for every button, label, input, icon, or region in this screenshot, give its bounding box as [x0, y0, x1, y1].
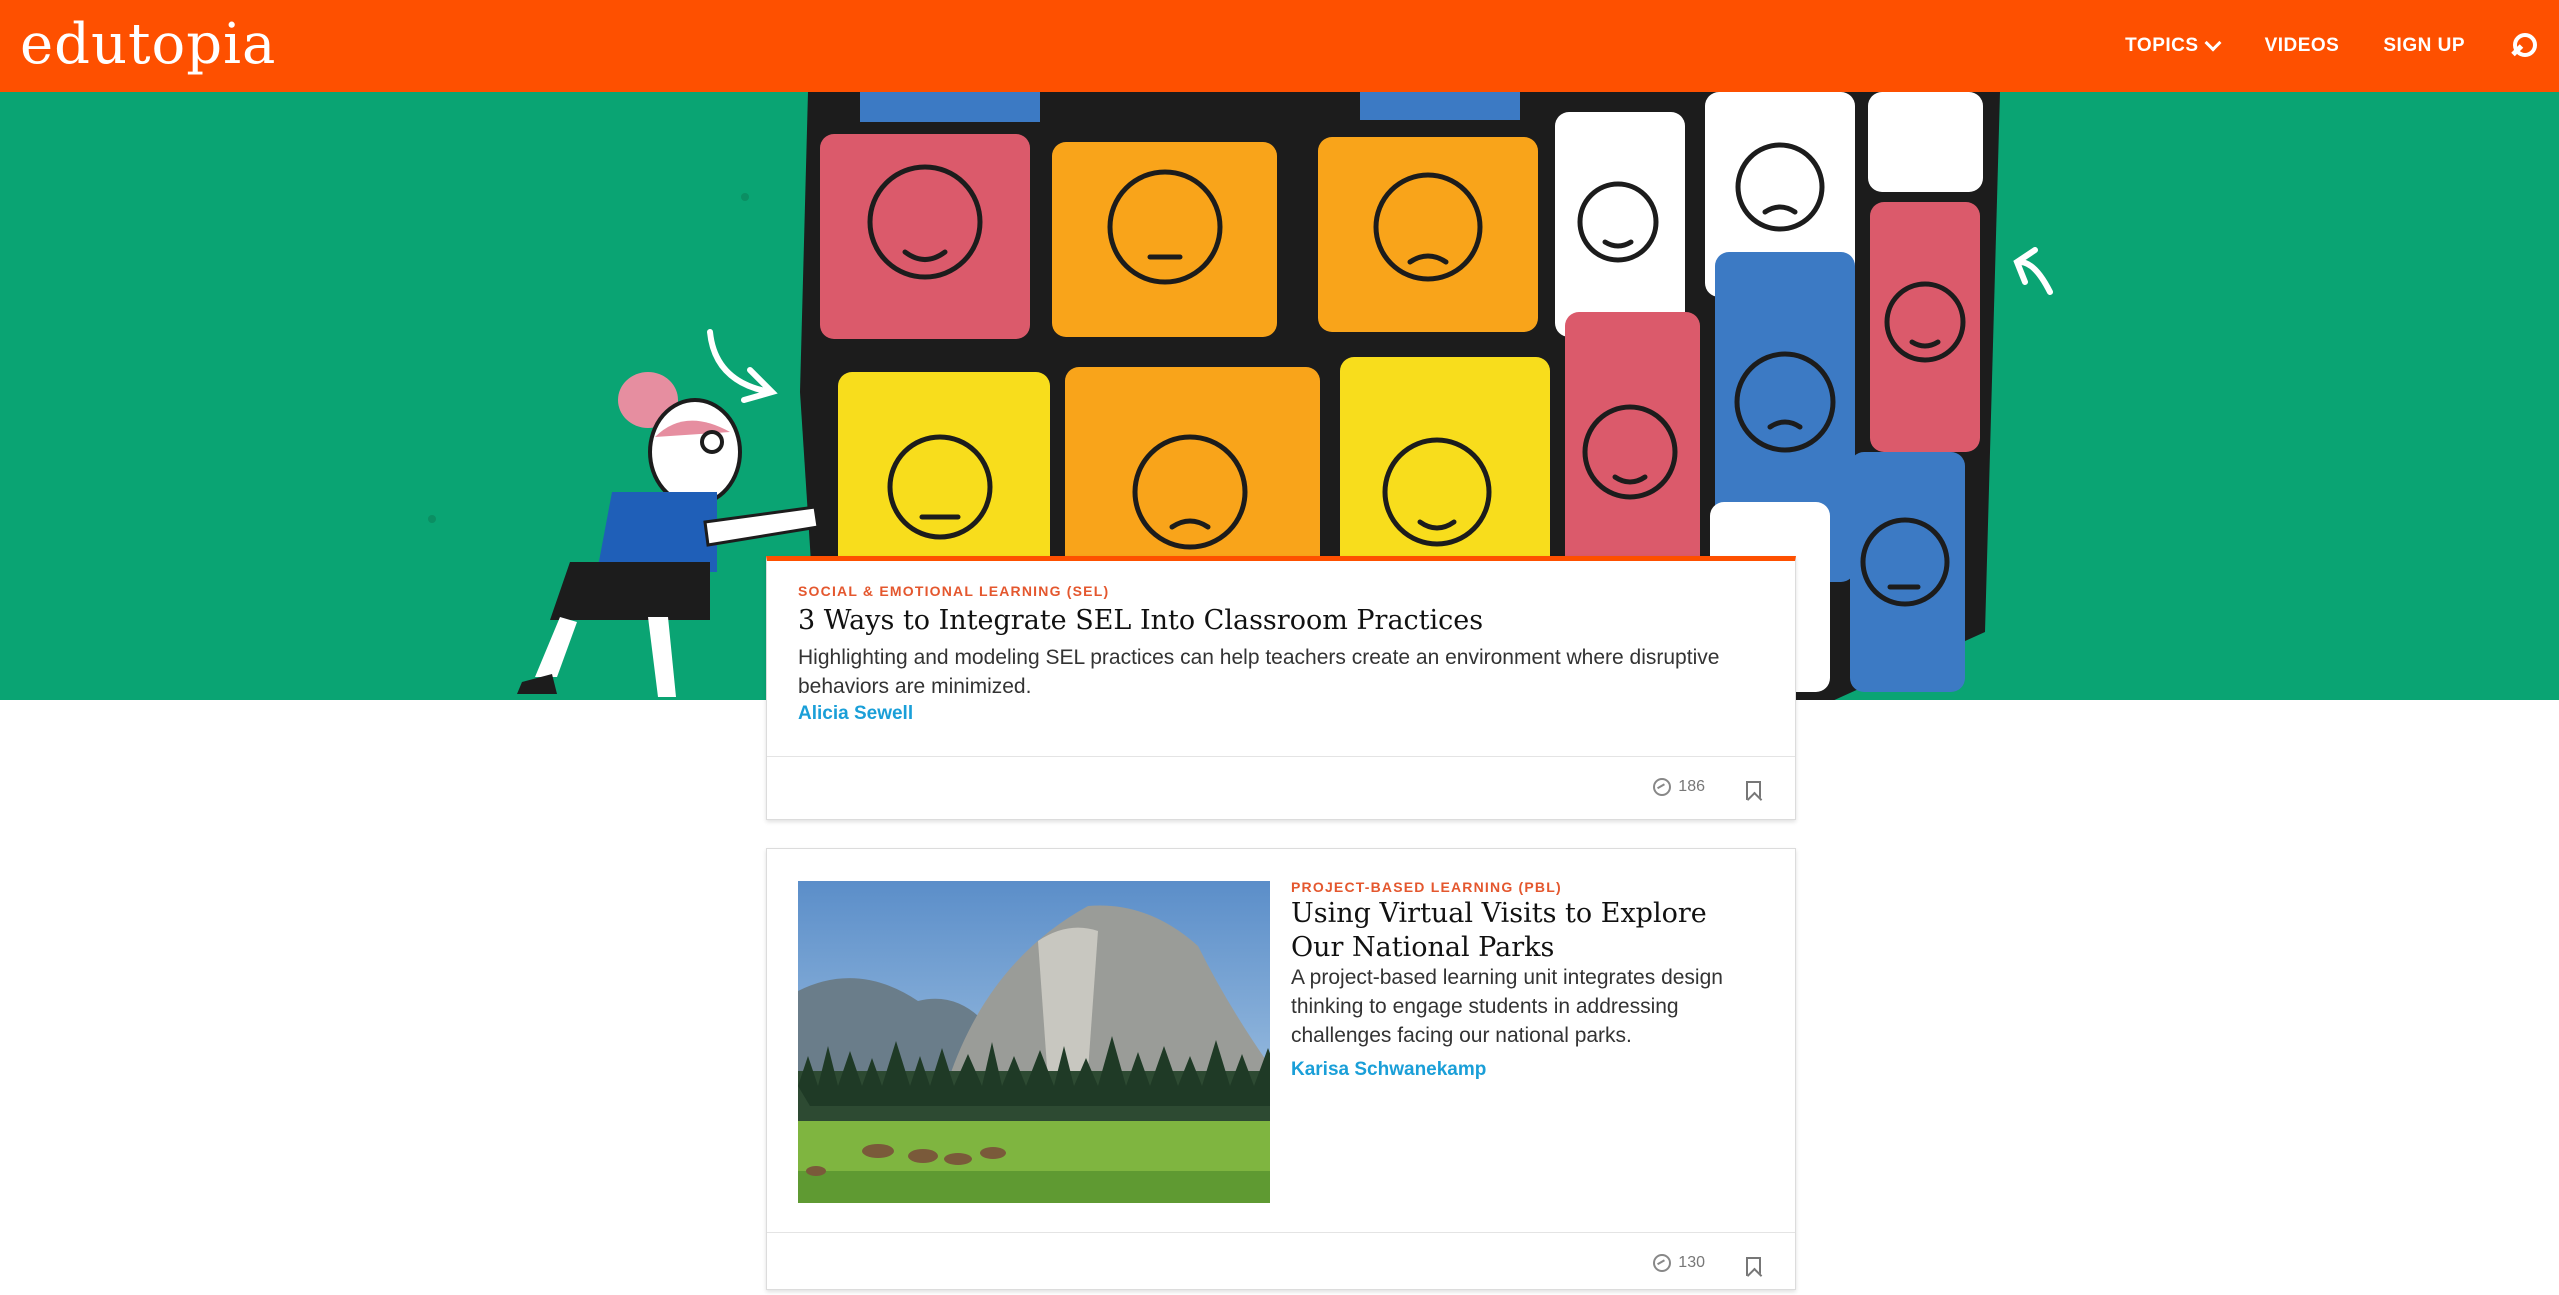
article-description: A project-based learning unit integrates…	[1291, 966, 1723, 1047]
featured-title[interactable]: 3 Ways to Integrate SEL Into Classroom P…	[798, 604, 1758, 638]
search-icon[interactable]	[2509, 31, 2539, 61]
shares-icon	[1653, 1254, 1672, 1272]
bookmark-icon[interactable]	[1746, 1257, 1761, 1276]
featured-description: Highlighting and modeling SEL practices …	[798, 646, 1720, 698]
site-logo[interactable]: edutopia	[20, 10, 276, 80]
share-count: 130	[1653, 1254, 1705, 1272]
share-count-value: 130	[1678, 1254, 1705, 1271]
article-thumbnail[interactable]	[798, 881, 1270, 1203]
article-card[interactable]: PROJECT-BASED LEARNING (PBL) Using Virtu…	[766, 848, 1796, 1290]
nav-videos[interactable]: VIDEOS	[2265, 35, 2340, 57]
article-author[interactable]: Karisa Schwanekamp	[1291, 1059, 1486, 1081]
share-count-value: 186	[1678, 778, 1705, 795]
card-footer: 186	[767, 756, 1795, 819]
nav-topics-label: TOPICS	[2125, 35, 2199, 56]
article-kicker[interactable]: PROJECT-BASED LEARNING (PBL)	[1291, 879, 1562, 895]
shares-icon	[1653, 778, 1672, 796]
main-nav: TOPICS VIDEOS SIGN UP	[2125, 0, 2559, 92]
chevron-down-icon	[2204, 34, 2222, 52]
national-park-image	[798, 881, 1270, 1203]
nav-topics[interactable]: TOPICS	[2125, 34, 2222, 57]
featured-kicker[interactable]: SOCIAL & EMOTIONAL LEARNING (SEL)	[798, 583, 1109, 599]
site-header: edutopia TOPICS VIDEOS SIGN UP	[0, 0, 2559, 92]
card-footer: 130	[767, 1232, 1795, 1295]
bookmark-icon[interactable]	[1746, 781, 1761, 800]
nav-sign-up[interactable]: SIGN UP	[2383, 35, 2465, 57]
featured-author[interactable]: Alicia Sewell	[798, 703, 913, 725]
share-count: 186	[1653, 778, 1705, 796]
featured-article-card[interactable]: SOCIAL & EMOTIONAL LEARNING (SEL) 3 Ways…	[766, 556, 1796, 820]
article-title[interactable]: Using Virtual Visits to Explore Our Nati…	[1291, 897, 1761, 965]
